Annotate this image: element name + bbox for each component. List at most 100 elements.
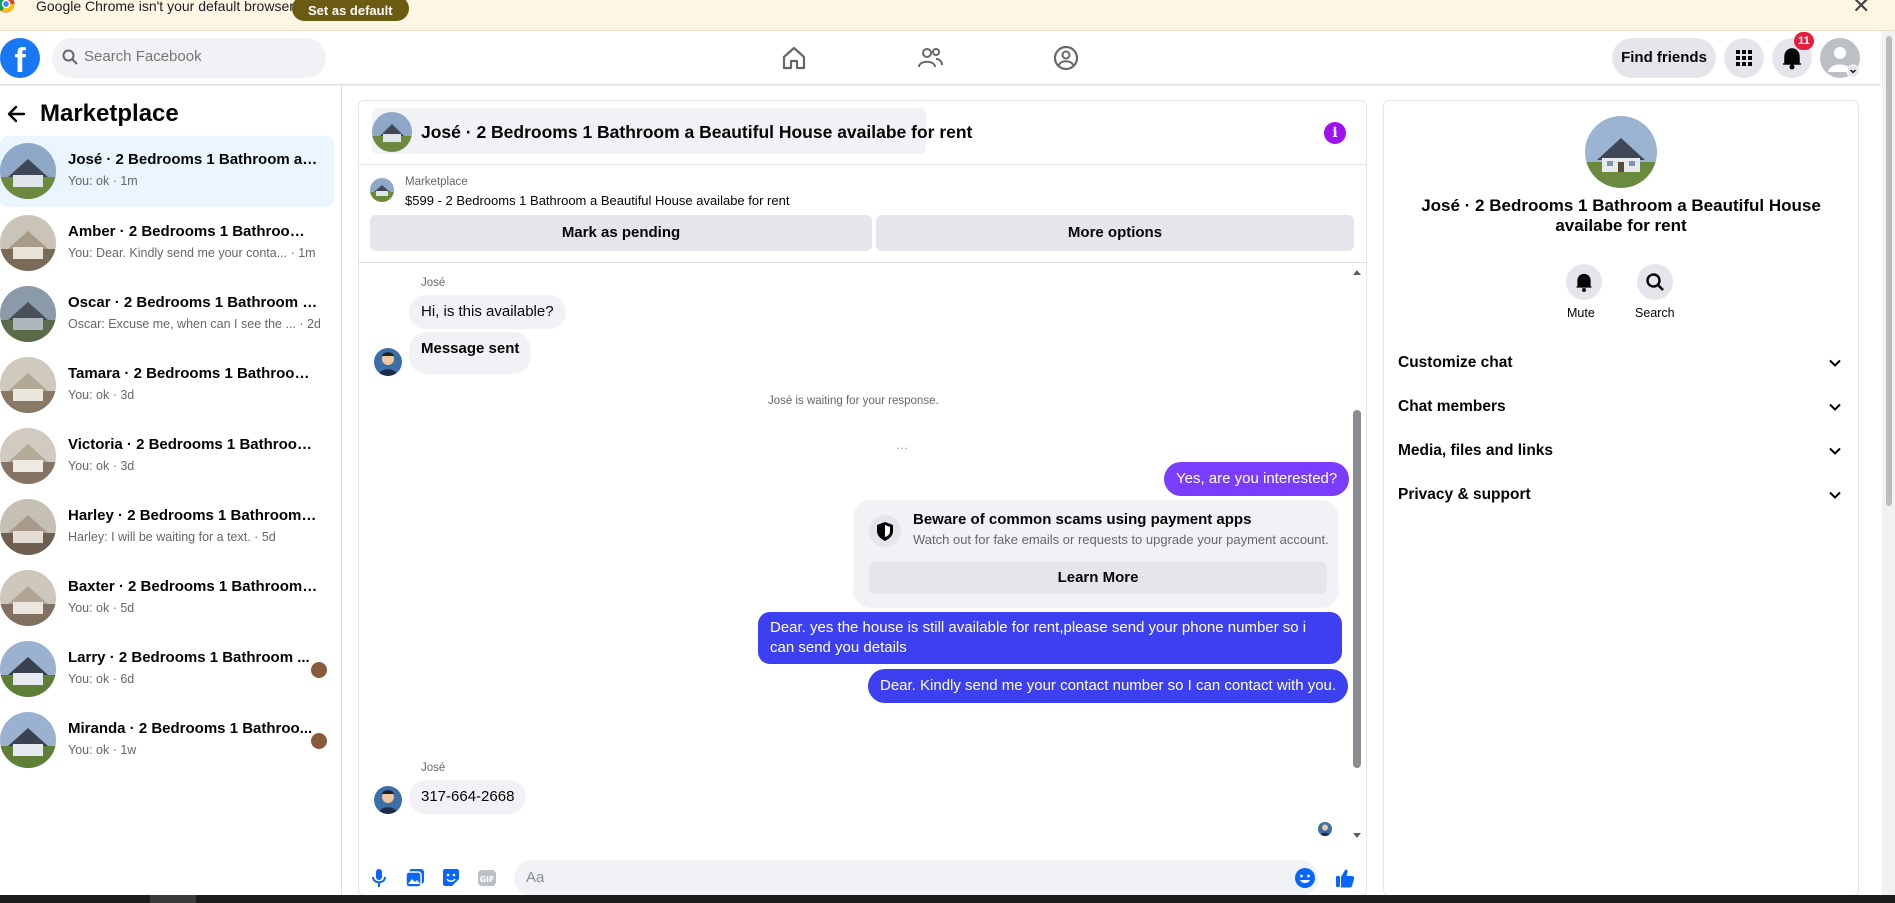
row-label: Privacy & support bbox=[1398, 486, 1531, 503]
conversation-item[interactable]: Tamara · 2 Bedrooms 1 Bathroom ... You: o… bbox=[0, 350, 334, 421]
conversation-name: Victoria · 2 Bedrooms 1 Bathroom ... bbox=[68, 436, 318, 453]
divider bbox=[358, 164, 1367, 165]
chat-header[interactable]: José · 2 Bedrooms 1 Bathroom a Beautiful… bbox=[372, 108, 972, 154]
conversation-name: Larry · 2 Bedrooms 1 Bathroom ... bbox=[68, 649, 310, 666]
details-title: José · 2 Bedrooms 1 Bathroom a Beautiful… bbox=[1421, 196, 1821, 235]
set-default-button[interactable]: Set as default bbox=[292, 0, 409, 21]
svg-text:GIF: GIF bbox=[479, 875, 494, 884]
sticker-icon[interactable] bbox=[440, 867, 462, 889]
chevron-down-icon bbox=[1828, 400, 1842, 414]
conversation-preview: You: ok · 6d bbox=[68, 672, 135, 686]
message-input[interactable]: Aa bbox=[514, 860, 1318, 896]
conversation-item[interactable]: Harley · 2 Bedrooms 1 Bathroom a ... Harl… bbox=[0, 492, 334, 563]
chat-members-row[interactable]: Chat members bbox=[1398, 390, 1848, 426]
divider bbox=[358, 262, 1367, 263]
mark-pending-button[interactable]: Mark as pending bbox=[370, 215, 872, 251]
close-icon[interactable]: ✕ bbox=[1852, 0, 1870, 17]
privacy-support-row[interactable]: Privacy & support bbox=[1398, 478, 1848, 514]
listing-label: Marketplace bbox=[405, 176, 468, 188]
outgoing-message[interactable]: Dear. Kindly send me your contact number… bbox=[868, 669, 1349, 703]
listing-thumbnail bbox=[370, 178, 394, 202]
menu-grid-icon[interactable] bbox=[1724, 38, 1764, 78]
emoji-icon[interactable] bbox=[1294, 867, 1316, 889]
like-thumb-icon[interactable] bbox=[1334, 867, 1356, 889]
conversation-preview: You: ok · 3d bbox=[68, 459, 135, 473]
microphone-icon[interactable] bbox=[368, 867, 390, 889]
gif-icon[interactable]: GIF bbox=[476, 867, 498, 889]
conversation-avatar bbox=[0, 357, 56, 413]
message-sender: José bbox=[421, 277, 446, 289]
back-arrow-icon[interactable] bbox=[6, 103, 28, 125]
search-icon bbox=[62, 49, 78, 65]
seen-avatar bbox=[311, 662, 327, 678]
conversation-preview: You: Dear. Kindly send me your conta... … bbox=[68, 246, 316, 260]
page-scrollbar-thumb[interactable] bbox=[1886, 36, 1892, 506]
conversation-item[interactable]: Amber · 2 Bedrooms 1 Bathroom a... You: D… bbox=[0, 208, 334, 279]
conversation-avatar bbox=[0, 215, 56, 271]
incoming-message[interactable]: Message sent bbox=[409, 332, 532, 374]
conversation-name: Oscar · 2 Bedrooms 1 Bathroom a ... bbox=[68, 294, 318, 311]
typing-indicator: … bbox=[896, 438, 910, 452]
os-taskbar bbox=[0, 895, 1895, 903]
sender-avatar bbox=[374, 348, 402, 376]
conversation-avatar bbox=[0, 428, 56, 484]
conversation-item[interactable]: José · 2 Bedrooms 1 Bathroom a B... You: … bbox=[0, 136, 334, 207]
friends-icon[interactable] bbox=[912, 40, 948, 76]
customize-chat-row[interactable]: Customize chat bbox=[1398, 346, 1848, 382]
conversation-avatar bbox=[0, 499, 56, 555]
conversation-item[interactable]: Miranda · 2 Bedrooms 1 Bathroo... You: ok… bbox=[0, 705, 334, 776]
infobar-message: Google Chrome isn't your default browser bbox=[36, 0, 294, 14]
search-box[interactable] bbox=[52, 38, 326, 78]
account-avatar[interactable] bbox=[1820, 38, 1860, 78]
conversation-preview: You: ok · 1m bbox=[68, 174, 138, 188]
conversation-item[interactable]: Baxter · 2 Bedrooms 1 Bathroom a ... You:… bbox=[0, 563, 334, 634]
info-icon[interactable]: i bbox=[1324, 122, 1346, 144]
incoming-message[interactable]: 317-664-2668 bbox=[409, 780, 527, 814]
conversation-name: Harley · 2 Bedrooms 1 Bathroom a ... bbox=[68, 507, 318, 524]
conversation-name: Miranda · 2 Bedrooms 1 Bathroo... bbox=[68, 720, 313, 737]
sidebar-title: Marketplace bbox=[40, 100, 179, 127]
listing-description[interactable]: $599 - 2 Bedrooms 1 Bathroom a Beautiful… bbox=[405, 193, 789, 208]
conversation-name: José · 2 Bedrooms 1 Bathroom a B... bbox=[68, 151, 318, 168]
chat-avatar bbox=[372, 112, 412, 152]
photo-icon[interactable] bbox=[404, 867, 426, 889]
chevron-down-icon bbox=[1828, 488, 1842, 502]
conversation-name: Baxter · 2 Bedrooms 1 Bathroom a ... bbox=[68, 578, 318, 595]
find-friends-button[interactable]: Find friends bbox=[1612, 38, 1716, 78]
chrome-logo-icon bbox=[0, 0, 20, 14]
shield-icon bbox=[869, 515, 901, 547]
conversation-avatar bbox=[0, 641, 56, 697]
scam-warning-text: Watch out for fake emails or requests to… bbox=[913, 532, 1329, 547]
conversation-item[interactable]: Oscar · 2 Bedrooms 1 Bathroom a ... Oscar… bbox=[0, 279, 334, 350]
sender-avatar bbox=[374, 786, 402, 814]
waiting-notice: José is waiting for your response. bbox=[768, 395, 939, 407]
mute-bell-icon[interactable] bbox=[1566, 264, 1602, 300]
media-files-links-row[interactable]: Media, files and links bbox=[1398, 434, 1848, 470]
conversation-preview: Oscar: Excuse me, when can I see the ...… bbox=[68, 317, 320, 331]
conversation-item[interactable]: Larry · 2 Bedrooms 1 Bathroom ... You: ok… bbox=[0, 634, 334, 705]
search-conversation-icon[interactable] bbox=[1637, 264, 1673, 300]
learn-more-button[interactable]: Learn More bbox=[869, 562, 1327, 594]
home-icon[interactable] bbox=[776, 40, 812, 76]
conversation-preview: Harley: I will be waiting for a text. · … bbox=[68, 530, 276, 544]
row-label: Chat members bbox=[1398, 398, 1506, 415]
outgoing-message[interactable]: Yes, are you interested? bbox=[1164, 462, 1350, 496]
read-receipt-avatar bbox=[1318, 822, 1332, 836]
conversation-preview: You: ok · 1w bbox=[68, 743, 137, 757]
message-sender: José bbox=[421, 762, 446, 774]
more-options-button[interactable]: More options bbox=[876, 215, 1354, 251]
groups-icon[interactable] bbox=[1048, 40, 1084, 76]
search-input[interactable] bbox=[84, 48, 314, 65]
taskbar-item[interactable] bbox=[150, 895, 196, 903]
conversation-preview: You: ok · 3d bbox=[68, 388, 135, 402]
conversation-item[interactable]: Victoria · 2 Bedrooms 1 Bathroom ... You:… bbox=[0, 421, 334, 492]
listing-avatar bbox=[1585, 116, 1657, 188]
chat-title: José · 2 Bedrooms 1 Bathroom a Beautiful… bbox=[421, 122, 973, 142]
conversation-name: Amber · 2 Bedrooms 1 Bathroom a... bbox=[68, 223, 318, 240]
facebook-logo-icon[interactable]: f bbox=[0, 38, 40, 78]
chat-scrollbar-thumb[interactable] bbox=[1353, 410, 1361, 768]
conversation-avatar bbox=[0, 570, 56, 626]
outgoing-message[interactable]: Dear. yes the house is still available f… bbox=[758, 612, 1342, 664]
incoming-message[interactable]: Hi, is this available? bbox=[409, 295, 566, 329]
mute-label: Mute bbox=[1567, 306, 1595, 320]
